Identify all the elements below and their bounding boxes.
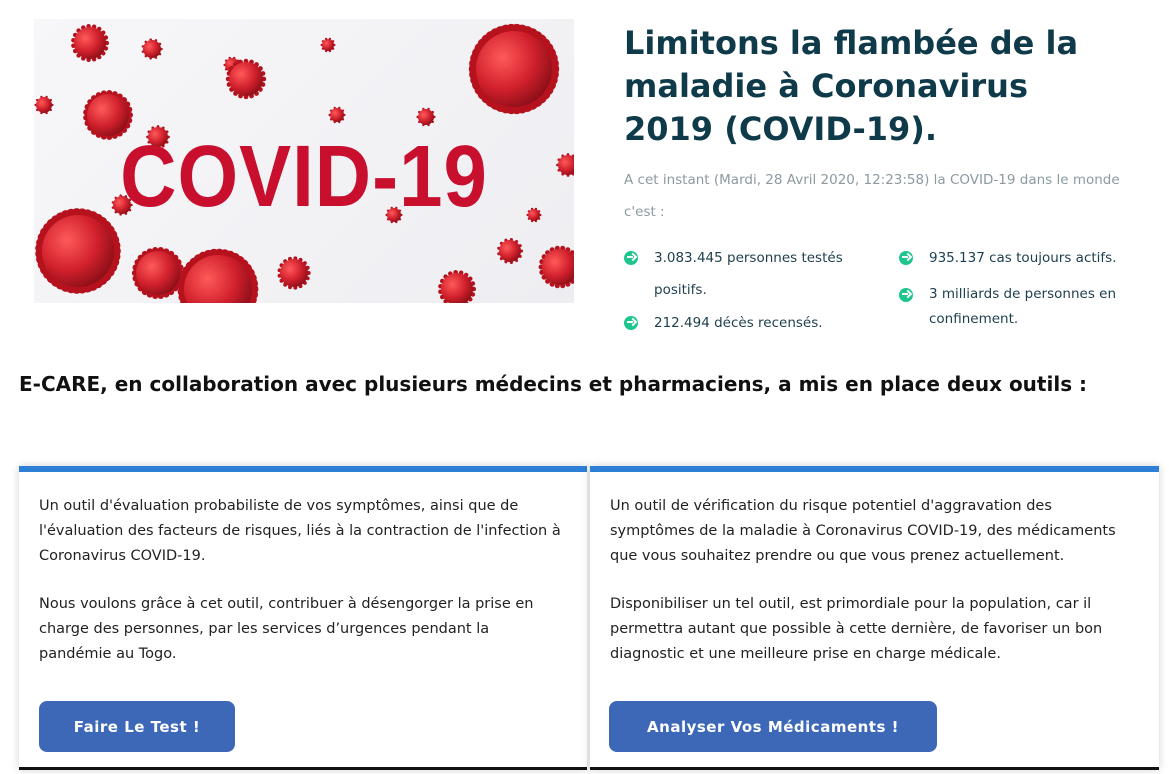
card-purpose: Nous voulons grâce à cet outil, contribu…: [39, 596, 534, 662]
covid-hero-image: COVID-19: [34, 19, 574, 303]
stat-deaths: 212.494 décès recensés.: [624, 307, 884, 339]
check-circle-icon: [899, 251, 913, 265]
check-circle-icon: [899, 288, 913, 302]
section-title: E-CARE, en collaboration avec plusieurs …: [19, 372, 1088, 396]
card-description: Un outil de vérification du risque poten…: [610, 498, 1116, 564]
covid-19-image-text: COVID-19: [120, 126, 488, 226]
stat-text: 212.494 décès recensés.: [654, 315, 823, 331]
take-test-button[interactable]: Faire Le Test !: [39, 701, 235, 752]
page-headline: Limitons la flambée de la maladie à Coro…: [624, 24, 1079, 148]
intro-text: A cet instant (Mardi, 28 Avril 2020, 12:…: [624, 172, 1120, 220]
check-circle-icon: [624, 251, 638, 265]
stat-confinement: 3 milliards de personnes en confinement.: [899, 282, 1159, 332]
stat-text: 3 milliards de personnes en confinement.: [929, 286, 1117, 327]
card-purpose: Disponibiliser un tel outil, est primord…: [610, 596, 1103, 662]
stat-active-cases: 935.137 cas toujours actifs.: [899, 242, 1159, 274]
stat-tested-positive: 3.083.445 personnes testés positifs.: [624, 242, 884, 306]
analyze-medications-button[interactable]: Analyser Vos Médicaments !: [609, 701, 937, 752]
stat-text: 3.083.445 personnes testés positifs.: [654, 250, 843, 298]
check-circle-icon: [624, 316, 638, 330]
stat-text: 935.137 cas toujours actifs.: [929, 250, 1117, 266]
medication-check-card: Un outil de vérification du risque poten…: [590, 466, 1159, 770]
card-description: Un outil d'évaluation probabiliste de vo…: [39, 498, 561, 564]
symptom-test-card: Un outil d'évaluation probabiliste de vo…: [19, 466, 587, 770]
